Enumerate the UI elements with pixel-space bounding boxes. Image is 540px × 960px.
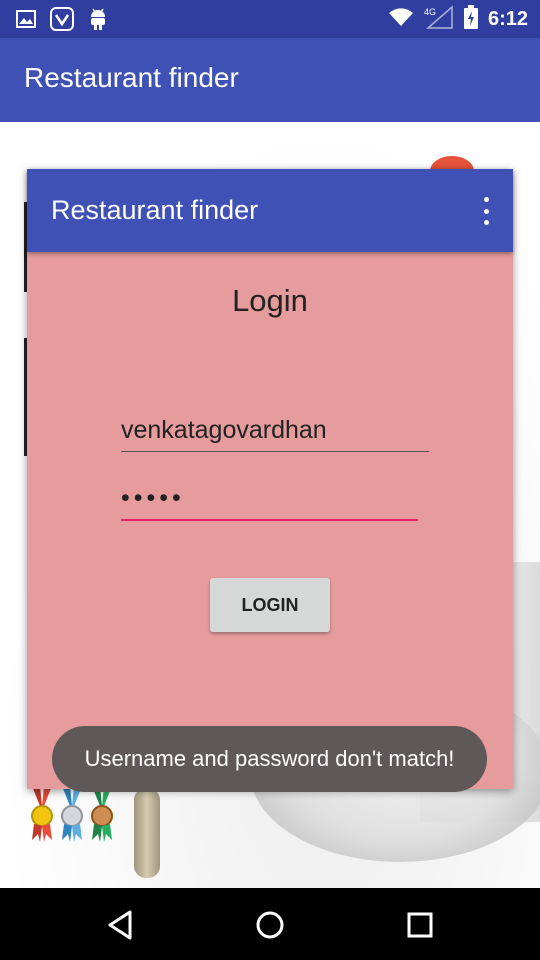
home-button[interactable]: [253, 908, 287, 942]
password-input[interactable]: [121, 477, 418, 521]
background-utensil: [134, 788, 160, 878]
gold-medal-icon: [31, 786, 53, 842]
bronze-medal-icon: [91, 786, 113, 842]
svg-text:4G: 4G: [424, 7, 436, 17]
app-title: Restaurant finder: [24, 62, 239, 93]
dialog-title: Restaurant finder: [51, 195, 259, 225]
login-dialog: Restaurant finder Login LOGIN: [27, 169, 513, 789]
saavn-icon: [50, 7, 74, 36]
recents-icon: [407, 912, 433, 938]
home-icon: [256, 911, 284, 939]
username-input[interactable]: [121, 409, 429, 452]
status-bar: 4G 6:12: [0, 0, 540, 38]
status-time: 6:12: [487, 8, 528, 30]
toast-message: Username and password don't match!: [52, 726, 487, 792]
android-icon: [88, 7, 108, 36]
medals-image: [30, 786, 114, 842]
cell-signal-icon: 4G: [424, 5, 454, 34]
dialog-app-bar: Restaurant finder: [27, 169, 513, 252]
recents-button[interactable]: [403, 908, 437, 942]
navigation-bar: [0, 888, 540, 960]
overflow-menu-button[interactable]: [479, 197, 493, 225]
login-heading: Login: [232, 283, 308, 318]
image-icon: [16, 10, 36, 33]
battery-charging-icon: [463, 5, 478, 34]
more-vert-icon: [483, 197, 489, 202]
wifi-icon: [388, 7, 414, 32]
back-icon: [108, 910, 132, 940]
login-button[interactable]: LOGIN: [210, 578, 330, 632]
silver-medal-icon: [61, 786, 83, 842]
app-bar: Restaurant finder: [0, 38, 540, 122]
back-button[interactable]: [104, 908, 138, 942]
